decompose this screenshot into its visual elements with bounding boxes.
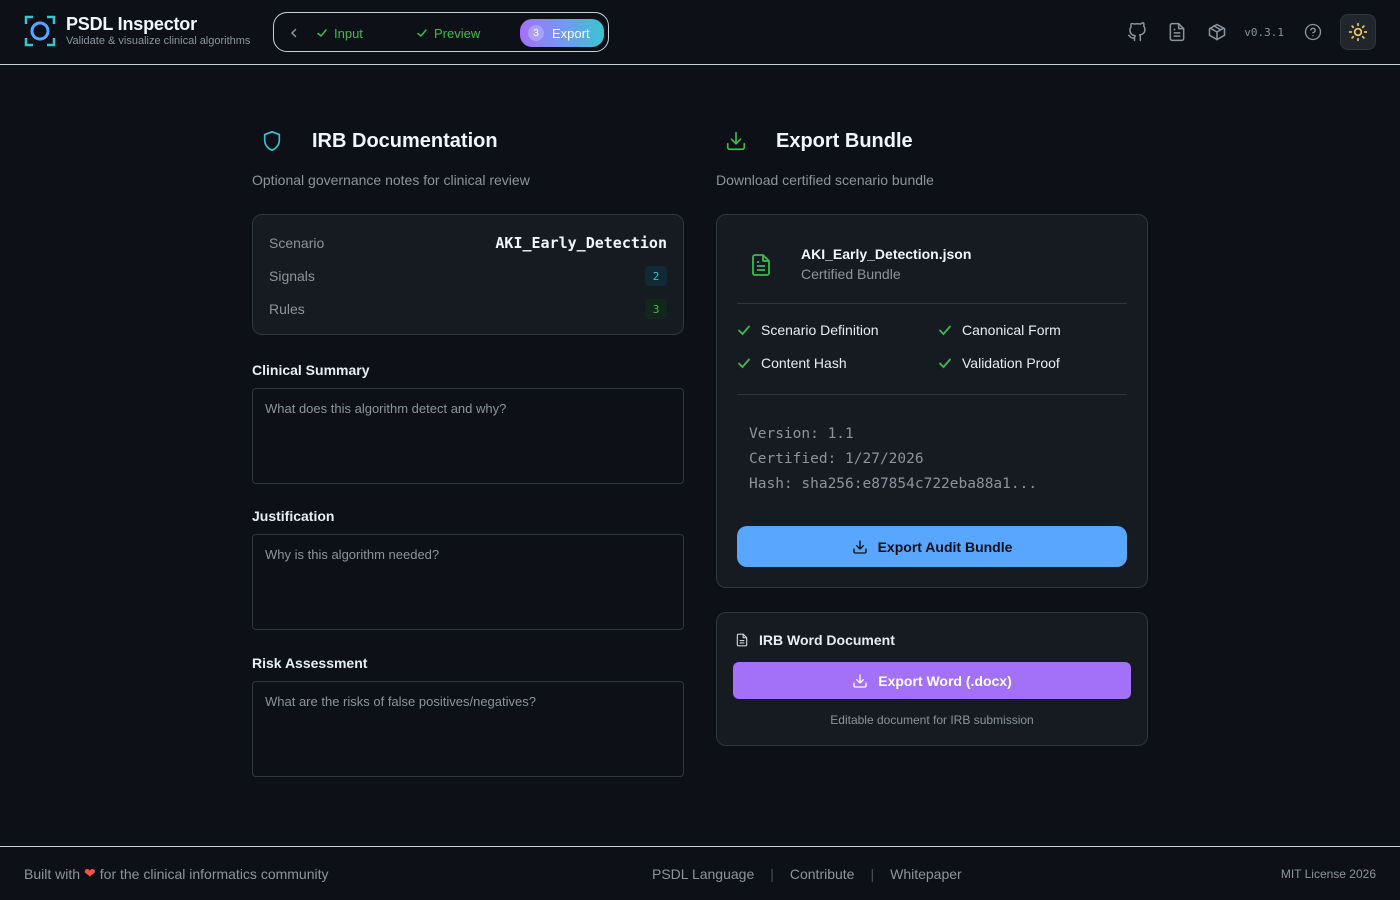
clinical-summary-label: Clinical Summary xyxy=(252,362,370,378)
app-title: PSDL Inspector xyxy=(66,14,197,34)
export-word-label: Export Word (.docx) xyxy=(878,672,1012,689)
check-icon xyxy=(417,29,427,38)
risk-assessment-input[interactable] xyxy=(252,681,684,777)
document-icon[interactable] xyxy=(1166,21,1188,43)
app-header: PSDL Inspector Validate & visualize clin… xyxy=(0,0,1400,65)
export-audit-bundle-label: Export Audit Bundle xyxy=(877,538,1013,555)
scenario-row: Scenario AKI_Early_Detection xyxy=(269,233,667,253)
step-preview[interactable]: Preview xyxy=(416,21,480,45)
check-label: Canonical Form xyxy=(962,322,1061,338)
risk-assessment-label: Risk Assessment xyxy=(252,655,368,671)
rules-label: Rules xyxy=(269,301,305,317)
signals-label: Signals xyxy=(269,268,315,284)
check-icon xyxy=(738,325,750,336)
check-label: Scenario Definition xyxy=(761,322,879,338)
check-label: Content Hash xyxy=(761,355,847,371)
irb-word-title: IRB Word Document xyxy=(759,632,895,648)
export-audit-bundle-button[interactable]: Export Audit Bundle xyxy=(737,526,1127,567)
version-label: v0.3.1 xyxy=(1244,25,1284,39)
footer-link-psdl-language[interactable]: PSDL Language xyxy=(652,866,754,882)
divider xyxy=(737,394,1127,395)
step-input-label: Input xyxy=(334,25,363,41)
download-icon xyxy=(852,539,867,554)
bundle-file-info: AKI_Early_Detection.json Certified Bundl… xyxy=(737,245,971,289)
github-icon[interactable] xyxy=(1126,21,1148,43)
back-chevron-icon[interactable] xyxy=(284,23,304,43)
sun-icon xyxy=(1348,22,1368,42)
check-scenario-definition: Scenario Definition xyxy=(737,322,879,338)
bundle-metadata: Version: 1.1 Certified: 1/27/2026 Hash: … xyxy=(749,422,1037,497)
app-subtitle: Validate & visualize clinical algorithms xyxy=(66,35,251,47)
footer-separator: | xyxy=(770,865,774,882)
check-label: Validation Proof xyxy=(962,355,1060,371)
bundle-hash: Hash: sha256:e87854c722eba88a1... xyxy=(749,476,1038,492)
check-icon xyxy=(738,358,750,369)
step-input[interactable]: Input xyxy=(316,21,363,45)
theme-toggle-button[interactable] xyxy=(1340,14,1376,50)
irb-section-header: IRB Documentation xyxy=(260,129,498,153)
footer-credit: Built with ❤ for the clinical informatic… xyxy=(24,865,329,882)
rules-row: Rules 3 xyxy=(269,299,667,319)
irb-subtitle: Optional governance notes for clinical r… xyxy=(252,172,530,188)
footer-built-suffix: for the clinical informatics community xyxy=(99,865,329,882)
signals-row: Signals 2 xyxy=(269,266,667,286)
step-preview-label: Preview xyxy=(434,25,481,41)
footer-link-contribute[interactable]: Contribute xyxy=(790,866,855,882)
irb-word-header: IRB Word Document xyxy=(735,632,895,648)
brand[interactable]: PSDL Inspector Validate & visualize clin… xyxy=(24,14,250,48)
bundle-file-name: AKI_Early_Detection.json xyxy=(801,246,972,262)
footer-separator: | xyxy=(870,865,875,882)
bundle-file-type: Certified Bundle xyxy=(801,266,901,282)
check-validation-proof: Validation Proof xyxy=(938,355,1060,371)
footer-license: MIT License 2026 xyxy=(1280,866,1376,881)
export-title: Export Bundle xyxy=(776,129,913,152)
check-icon xyxy=(939,325,951,336)
scenario-summary-card: Scenario AKI_Early_Detection Signals 2 R… xyxy=(252,214,684,335)
download-icon xyxy=(853,673,867,688)
check-canonical-form: Canonical Form xyxy=(938,322,1061,338)
shield-icon xyxy=(260,129,284,153)
file-icon xyxy=(737,241,785,289)
help-icon[interactable] xyxy=(1302,21,1324,43)
download-icon xyxy=(724,129,748,153)
check-content-hash: Content Hash xyxy=(737,355,847,371)
rules-count-badge: 3 xyxy=(645,299,667,319)
package-icon[interactable] xyxy=(1206,21,1228,43)
header-actions: v0.3.1 xyxy=(1108,14,1376,50)
footer-link-whitepaper[interactable]: Whitepaper xyxy=(890,866,962,882)
irb-word-note: Editable document for IRB submission xyxy=(830,713,1034,727)
scenario-value: AKI_Early_Detection xyxy=(495,234,667,252)
step-number-badge: 3 xyxy=(528,25,544,41)
bundle-version: Version: 1.1 xyxy=(749,426,854,442)
signals-count-badge: 2 xyxy=(645,266,667,286)
step-export-label: Export xyxy=(552,25,590,41)
clinical-summary-input[interactable] xyxy=(252,388,684,484)
bundle-certified-date: Certified: 1/27/2026 xyxy=(749,451,924,467)
check-icon xyxy=(939,358,951,369)
export-subtitle: Download certified scenario bundle xyxy=(716,172,934,188)
justification-label: Justification xyxy=(252,508,335,524)
step-export[interactable]: 3 Export xyxy=(520,19,604,47)
footer-links: PSDL Language | Contribute | Whitepaper xyxy=(652,866,962,882)
document-icon xyxy=(736,633,748,647)
justification-input[interactable] xyxy=(252,534,684,630)
divider xyxy=(737,303,1127,304)
irb-title: IRB Documentation xyxy=(312,129,498,152)
check-icon xyxy=(317,29,327,38)
export-bundle-card: AKI_Early_Detection.json Certified Bundl… xyxy=(716,214,1148,588)
irb-word-card: IRB Word Document Export Word (.docx) Ed… xyxy=(716,612,1148,746)
logo-icon xyxy=(24,15,56,47)
footer-built-prefix: Built with xyxy=(24,865,81,882)
scenario-label: Scenario xyxy=(269,235,325,251)
export-word-button[interactable]: Export Word (.docx) xyxy=(733,662,1131,699)
heart-icon: ❤ xyxy=(84,865,96,881)
app-footer: Built with ❤ for the clinical informatic… xyxy=(0,846,1400,900)
export-section-header: Export Bundle xyxy=(724,129,913,153)
workflow-stepper: Input Preview 3 Export xyxy=(273,12,609,52)
